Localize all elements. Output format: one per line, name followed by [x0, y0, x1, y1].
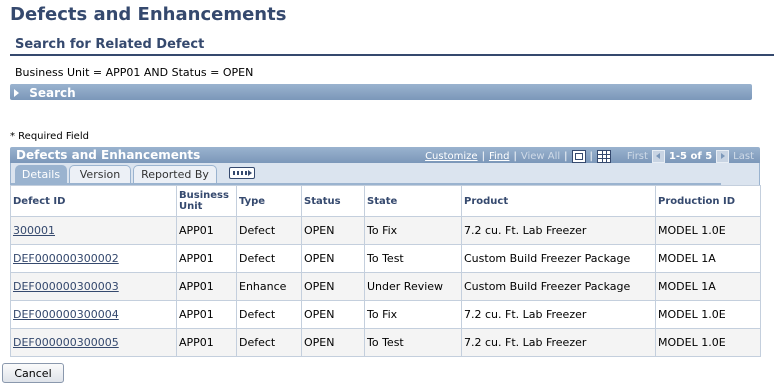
first-link[interactable]: First [627, 151, 648, 162]
product-cell: 7.2 cu. Ft. Lab Freezer [461, 216, 656, 245]
view-all-link[interactable]: View All [521, 151, 560, 162]
business-unit-cell: APP01 [176, 328, 237, 357]
production-id-cell: MODEL 1.0E [655, 216, 761, 245]
grid-tabs: Details Version Reported By [10, 163, 760, 185]
product-cell: Custom Build Freezer Package [461, 244, 656, 273]
grid-download-icon[interactable] [596, 150, 611, 163]
state-cell: To Test [364, 328, 462, 357]
search-label: Search [29, 85, 76, 100]
cancel-button[interactable]: Cancel [2, 363, 64, 383]
grid-header-row: Defect ID Business Unit Type Status Stat… [10, 185, 761, 217]
separator: | [513, 151, 517, 162]
business-unit-cell: APP01 [176, 244, 237, 273]
row-range: 1-5 of 5 [668, 151, 713, 162]
separator: | [481, 151, 485, 162]
search-criteria: Business Unit = APP01 AND Status = OPEN [15, 66, 254, 79]
status-cell: OPEN [301, 272, 365, 301]
customize-link[interactable]: Customize [425, 151, 478, 162]
business-unit-cell: APP01 [176, 300, 237, 329]
separator: | [564, 151, 568, 162]
column-header-state[interactable]: State [364, 185, 462, 217]
section-subtitle: Search for Related Defect [15, 37, 205, 52]
search-collapsible-header[interactable]: Search [10, 84, 752, 100]
page-title: Defects and Enhancements [10, 4, 287, 25]
zoom-icon[interactable] [571, 150, 586, 163]
status-cell: OPEN [301, 244, 365, 273]
table-row: DEF000000300003 APP01 Enhance OPEN Under… [10, 272, 761, 301]
production-id-cell: MODEL 1.0E [655, 300, 761, 329]
column-header-status[interactable]: Status [301, 185, 365, 217]
tab-version[interactable]: Version [69, 165, 131, 183]
table-row: DEF000000300005 APP01 Defect OPEN To Tes… [10, 328, 761, 357]
grid-title: Defects and Enhancements [16, 148, 201, 162]
defect-id-cell: 300001 [10, 216, 177, 245]
column-header-type[interactable]: Type [236, 185, 302, 217]
state-cell: To Fix [364, 216, 462, 245]
column-header-business-unit[interactable]: Business Unit [176, 185, 237, 217]
defect-id-link[interactable]: DEF000000300004 [13, 308, 119, 321]
product-cell: Custom Build Freezer Package [461, 272, 656, 301]
triangle-right-icon [14, 88, 19, 97]
defects-grid: Defect ID Business Unit Type Status Stat… [10, 185, 761, 357]
type-cell: Defect [236, 244, 302, 273]
product-cell: 7.2 cu. Ft. Lab Freezer [461, 300, 656, 329]
separator: | [589, 151, 593, 162]
grid-navigation: Customize | Find | View All | | First 1-… [425, 150, 754, 163]
defect-id-link[interactable]: DEF000000300003 [13, 280, 119, 293]
column-header-production-id[interactable]: Production ID [655, 185, 761, 217]
chevron-right-icon[interactable] [716, 150, 730, 163]
type-cell: Defect [236, 300, 302, 329]
type-cell: Defect [236, 216, 302, 245]
type-cell: Enhance [236, 272, 302, 301]
state-cell: To Fix [364, 300, 462, 329]
table-row: DEF000000300004 APP01 Defect OPEN To Fix… [10, 300, 761, 329]
defect-id-cell: DEF000000300003 [10, 272, 177, 301]
required-field-note: * Required Field [10, 131, 89, 142]
tab-reported-by[interactable]: Reported By [133, 165, 217, 183]
state-cell: To Test [364, 244, 462, 273]
subtitle-divider [10, 54, 774, 56]
chevron-left-icon[interactable] [651, 150, 665, 163]
production-id-cell: MODEL 1.0E [655, 328, 761, 357]
grid-header: Defects and Enhancements Customize | Fin… [10, 147, 760, 163]
table-row: DEF000000300002 APP01 Defect OPEN To Tes… [10, 244, 761, 273]
production-id-cell: MODEL 1A [655, 244, 761, 273]
column-header-product[interactable]: Product [461, 185, 656, 217]
defect-id-link[interactable]: 300001 [13, 224, 55, 237]
business-unit-cell: APP01 [176, 216, 237, 245]
table-row: 300001 APP01 Defect OPEN To Fix 7.2 cu. … [10, 216, 761, 245]
defect-id-cell: DEF000000300004 [10, 300, 177, 329]
defect-id-cell: DEF000000300002 [10, 244, 177, 273]
last-link[interactable]: Last [733, 151, 754, 162]
show-all-columns-icon[interactable] [229, 167, 255, 179]
status-cell: OPEN [301, 300, 365, 329]
defect-id-link[interactable]: DEF000000300005 [13, 336, 119, 349]
column-header-defect-id[interactable]: Defect ID [10, 185, 177, 217]
tab-details[interactable]: Details [15, 165, 67, 183]
defect-id-cell: DEF000000300005 [10, 328, 177, 357]
status-cell: OPEN [301, 216, 365, 245]
state-cell: Under Review [364, 272, 462, 301]
type-cell: Defect [236, 328, 302, 357]
find-link[interactable]: Find [489, 151, 510, 162]
production-id-cell: MODEL 1A [655, 272, 761, 301]
business-unit-cell: APP01 [176, 272, 237, 301]
status-cell: OPEN [301, 328, 365, 357]
defect-id-link[interactable]: DEF000000300002 [13, 252, 119, 265]
product-cell: 7.2 cu. Ft. Lab Freezer [461, 328, 656, 357]
